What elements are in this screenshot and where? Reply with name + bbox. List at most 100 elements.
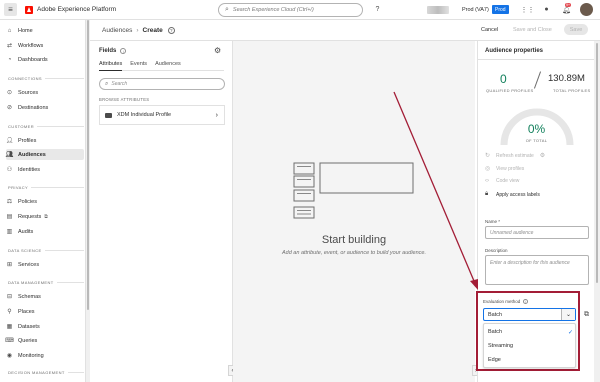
nav-item-audiences[interactable]: 👥︎ Audiences — [6, 149, 84, 160]
nav-item-services[interactable]: ⊞ Services — [6, 259, 84, 270]
cancel-button[interactable]: Cancel — [481, 27, 498, 33]
browse-item-xdm-individual-profile[interactable]: XDM Individual Profile › — [99, 105, 225, 125]
apps-grid-icon[interactable]: ⋮⋮ — [521, 4, 535, 15]
nav-item-identities[interactable]: ⚇ Identities — [6, 164, 84, 175]
gear-icon[interactable]: ⚙ — [540, 152, 545, 159]
properties-title: Audience properties — [485, 48, 544, 54]
menu-icon[interactable]: ≡ — [4, 3, 17, 16]
adobe-logo-icon — [25, 5, 33, 14]
page-title: Create — [142, 27, 163, 34]
browse-item-label: XDM Individual Profile — [117, 112, 172, 118]
nav-label: Schemas — [18, 293, 41, 300]
nav-section-data-science: DATA SCIENCE — [8, 248, 84, 253]
apply-access-labels-link[interactable]: 🔒︎ Apply access labels — [485, 191, 540, 198]
breadcrumb-parent[interactable]: Audiences — [102, 27, 132, 34]
divider — [478, 59, 595, 60]
option-batch[interactable]: Batch ✓ — [488, 329, 573, 336]
view-profiles-link[interactable]: ◎ View profiles — [485, 165, 524, 173]
divider — [533, 71, 542, 89]
nav-item-audits[interactable]: ▥ Audits — [6, 226, 84, 237]
name-field[interactable]: Unnamed audience — [485, 226, 589, 239]
description-field[interactable]: Enter a description for this audience — [485, 255, 589, 285]
view-icon: ◎ — [485, 166, 491, 172]
schedule-icon[interactable]: ⧉ — [581, 309, 592, 320]
code-view-link[interactable]: ‹› Code view — [485, 178, 519, 184]
lock-icon: 🔒︎ — [485, 191, 489, 197]
nav-item-workflows[interactable]: ⇄ Workflows — [6, 40, 84, 51]
avatar[interactable] — [580, 3, 593, 16]
save-button[interactable]: Save — [564, 24, 588, 35]
fields-search-input[interactable]: ⌕ Search — [99, 78, 225, 90]
audiences-icon: 👥︎ — [5, 152, 14, 158]
properties-scrollbar[interactable] — [594, 41, 600, 382]
gear-icon[interactable]: ⚙ — [214, 46, 221, 55]
qualified-profiles-value: 0 — [500, 72, 507, 86]
chevron-down-icon[interactable]: ⌄ — [561, 309, 575, 320]
search-icon: ⌕ — [225, 6, 229, 13]
nav-item-home[interactable]: ⌂ Home — [6, 25, 84, 36]
external-link-icon: ⧉ — [44, 213, 48, 220]
option-streaming[interactable]: Streaming — [488, 343, 573, 349]
info-icon[interactable]: i — [120, 48, 127, 54]
home-icon: ⌂ — [7, 27, 12, 34]
nav-item-destinations[interactable]: ⊘ Destinations — [6, 102, 84, 113]
identities-icon: ⚇ — [6, 167, 13, 173]
app-title[interactable]: Adobe Experience Platform — [37, 6, 116, 13]
nav-item-dashboards[interactable]: ◔ Dashboards — [6, 54, 84, 65]
builder-canvas[interactable]: Start building Add an attribute, event, … — [233, 41, 475, 382]
nav-label: Datasets — [18, 323, 40, 330]
name-field-label: Name * — [485, 219, 501, 224]
fields-title: Fields i — [99, 48, 127, 54]
scrollbar-thumb[interactable] — [596, 43, 598, 283]
option-edge[interactable]: Edge — [488, 357, 573, 363]
evaluation-method-menu: Batch ✓ Streaming Edge — [483, 323, 576, 368]
org-name-redacted[interactable] — [427, 6, 449, 14]
tab-attributes[interactable]: Attributes — [99, 59, 123, 71]
code-icon: ‹› — [485, 178, 489, 184]
policies-icon: ⚖ — [6, 199, 13, 205]
percent-of-total-value: 0% — [527, 122, 546, 136]
help-circle-icon[interactable]: ● — [541, 4, 552, 15]
nav-label: Requests — [18, 213, 42, 220]
nav-label: Sources — [18, 89, 39, 96]
nav-label: Queries — [18, 337, 38, 344]
profile-icon: 👤︎ — [5, 138, 14, 144]
nav-item-queries[interactable]: ⌨ Queries — [5, 335, 84, 346]
requests-icon: ▤ — [6, 214, 13, 220]
notification-badge: 9+ — [565, 3, 571, 7]
refresh-estimate-link[interactable]: ↻ Refresh estimate ⚙ — [485, 152, 545, 160]
refresh-icon: ↻ — [485, 153, 491, 159]
nav-item-profiles[interactable]: 👤︎ Profiles — [6, 135, 84, 146]
nav-item-monitoring[interactable]: ◉ Monitoring — [6, 350, 84, 361]
nav-section-data-management: DATA MANAGEMENT — [8, 280, 84, 285]
sandbox-badge: Prod — [492, 5, 509, 14]
nav-section-decision-management: DECISION MANAGEMENT — [8, 370, 84, 375]
info-icon[interactable]: i — [523, 299, 529, 304]
nav-item-places[interactable]: ⚲ Places — [6, 306, 84, 317]
nav-label: Places — [18, 308, 35, 315]
evaluation-method-value: Batch — [488, 311, 503, 318]
tab-audiences[interactable]: Audiences — [155, 59, 181, 71]
global-search-input[interactable]: ⌕ Search Experience Cloud (Ctrl+/) — [218, 3, 363, 17]
nav-item-sources[interactable]: ⊙ Sources — [6, 87, 84, 98]
description-field-label: Description — [485, 248, 508, 253]
tab-events[interactable]: Events — [130, 59, 147, 71]
nav-item-policies[interactable]: ⚖ Policies — [6, 196, 84, 207]
nav-item-schemas[interactable]: ⊟ Schemas — [6, 291, 84, 302]
nav-item-datasets[interactable]: ▦ Datasets — [6, 321, 84, 332]
total-profiles-label: TOTAL PROFILES — [553, 88, 591, 93]
sandbox-switcher[interactable]: Prod (VA7) — [462, 7, 489, 13]
qualified-profiles-label: QUALIFIED PROFILES — [486, 88, 534, 93]
help-icon[interactable]: ? — [372, 4, 383, 15]
audits-icon: ▥ — [6, 229, 13, 235]
evaluation-method-label: Evaluation method i — [483, 299, 529, 304]
help-icon[interactable]: ? — [167, 27, 175, 34]
nav-section-connections: CONNECTIONS — [8, 76, 84, 81]
nav-item-requests[interactable]: ▤ Requests ⧉ — [6, 211, 84, 222]
nav-section-privacy: PRIVACY — [8, 185, 84, 190]
save-and-close-button[interactable]: Save and Close — [513, 27, 552, 33]
scrollbar-thumb[interactable] — [87, 20, 89, 310]
empty-state-illustration — [293, 162, 414, 219]
places-icon: ⚲ — [7, 309, 12, 315]
evaluation-method-select[interactable]: Batch ⌄ — [483, 308, 576, 321]
